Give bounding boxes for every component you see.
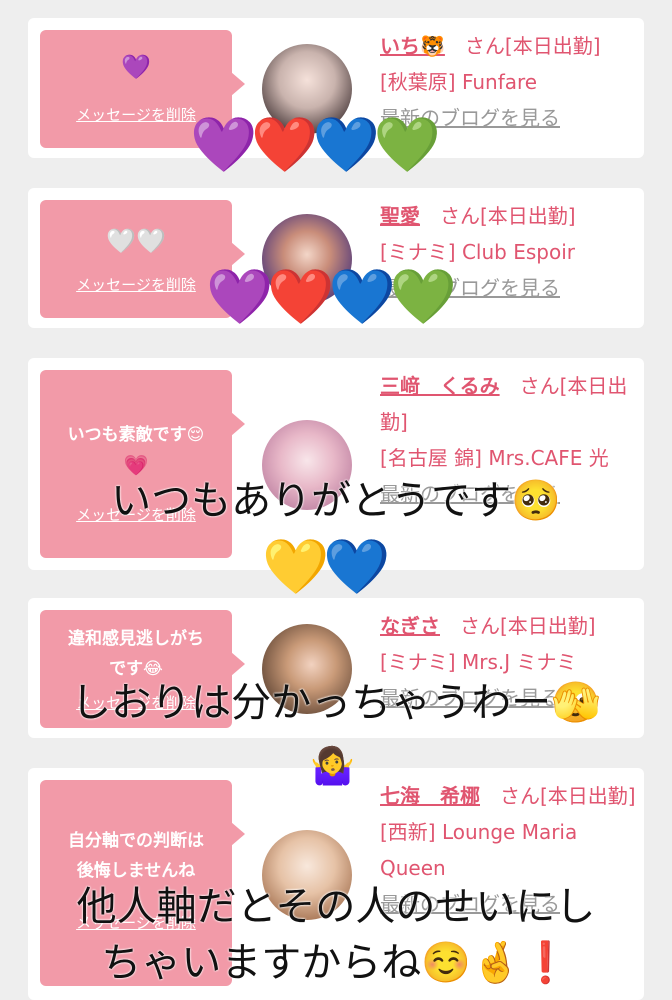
cast-name-link[interactable]: 聖愛 — [380, 204, 420, 228]
cast-name-link[interactable]: なぎさ — [380, 614, 440, 638]
hearts-overlay: 💜❤️💙💚 — [206, 265, 457, 328]
shop-label: [西新] Lounge Maria Queen — [380, 820, 578, 880]
overlay-caption: ちゃいますからね☺️🤞❗️ — [101, 940, 571, 986]
hearts-overlay: 💛💙 — [262, 535, 391, 598]
overlay-caption: しおりは分かっちゃうわー🫣 — [71, 680, 601, 726]
message-bubble: いつも素敵です😌 💗 メッセージを削除 — [40, 370, 245, 558]
shrug-emoji: 🤷‍♀️ — [310, 746, 355, 787]
hearts-overlay: 💜❤️💙💚 — [190, 113, 441, 176]
overlay-caption: いつもありがとうです🥺 — [111, 478, 561, 524]
cast-status: さん[本日出勤] — [500, 784, 636, 808]
shop-label: [ミナミ] Mrs.J ミナミ — [380, 650, 577, 674]
message-text: 自分軸での判断は後悔しませんね — [68, 831, 204, 881]
overlay-caption: 他人軸だとその人のせいにし — [76, 884, 596, 930]
message-emoji: 💗 — [123, 453, 149, 477]
message-text: いつも素敵です😌 — [67, 425, 205, 445]
message-emoji: 🤍🤍 — [106, 227, 166, 255]
cast-status: さん[本日出勤] — [460, 614, 596, 638]
shop-label: [秋葉原] Funfare — [380, 70, 538, 94]
delete-message-link[interactable]: メッセージを削除 — [40, 274, 232, 295]
cast-name-link[interactable]: 三﨑 くるみ — [380, 374, 500, 398]
message-emoji: 💜 — [121, 53, 151, 81]
message-text: 違和感見逃しがちです😂 — [68, 629, 204, 679]
cast-name-link[interactable]: 七海 希梛 — [380, 784, 480, 808]
cast-name-link[interactable]: いち🐯 — [380, 34, 445, 58]
message-bubble: 🤍🤍 メッセージを削除 — [40, 200, 245, 318]
cast-status: さん[本日出勤] — [440, 204, 576, 228]
cast-status: さん[本日出勤] — [464, 34, 601, 58]
shop-label: [名古屋 錦] Mrs.CAFE 光 — [380, 446, 609, 470]
